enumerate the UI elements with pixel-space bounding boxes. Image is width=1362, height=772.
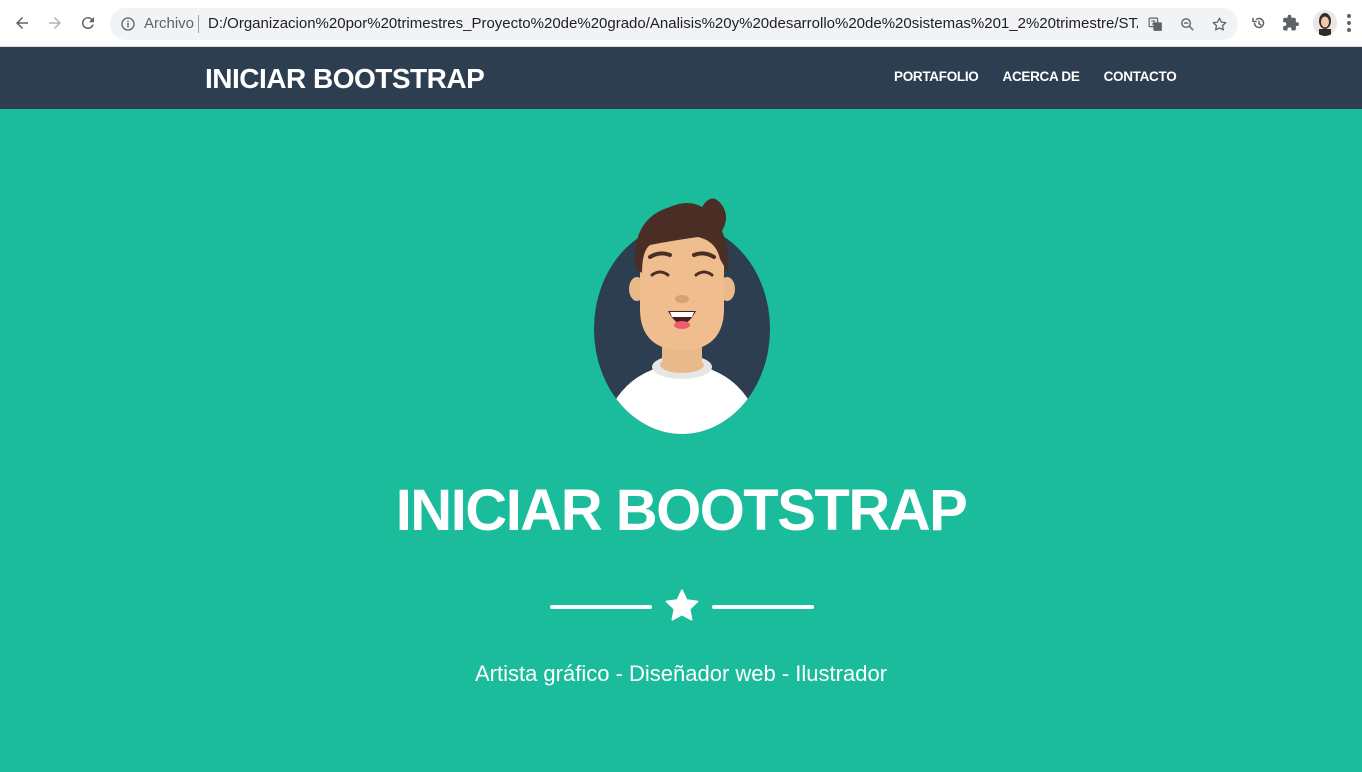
masthead: INICIAR BOOTSTRAP Artista gráfico - Dise… xyxy=(0,109,1362,772)
extensions-button[interactable] xyxy=(1280,12,1302,34)
bookmark-star-icon xyxy=(1212,16,1226,31)
star-icon xyxy=(665,589,699,621)
translate-icon xyxy=(1148,17,1162,31)
profile-avatar[interactable] xyxy=(1313,10,1337,36)
bookmark-button[interactable] xyxy=(1209,14,1229,34)
menu-icon[interactable] xyxy=(1344,12,1354,34)
back-icon xyxy=(16,17,28,29)
forward-icon xyxy=(49,17,61,29)
nav-link-portafolio[interactable]: PORTAFOLIO xyxy=(882,69,991,84)
star-divider xyxy=(550,585,814,629)
history-button[interactable] xyxy=(1248,12,1270,34)
extensions-icon xyxy=(1283,14,1299,31)
address-bar[interactable]: Archivo D:/Organizacion%20por%20trimestr… xyxy=(110,8,1238,40)
divider-line-left xyxy=(550,605,652,609)
separator xyxy=(198,15,199,33)
nav-link-contacto[interactable]: CONTACTO xyxy=(1092,69,1189,84)
site-navbar: INICIAR BOOTSTRAP PORTAFOLIO ACERCA DE C… xyxy=(0,47,1362,109)
nav-link-acerca-de[interactable]: ACERCA DE xyxy=(991,69,1092,84)
browser-toolbar: Archivo D:/Organizacion%20por%20trimestr… xyxy=(0,0,1362,47)
hero-title: INICIAR BOOTSTRAP xyxy=(395,478,968,543)
forward-button[interactable] xyxy=(40,8,70,38)
avatar-illustration xyxy=(594,198,770,434)
info-icon[interactable] xyxy=(120,16,136,32)
navbar-brand[interactable]: INICIAR BOOTSTRAP xyxy=(205,63,485,95)
reload-icon xyxy=(81,17,94,30)
nav-links: PORTAFOLIO ACERCA DE CONTACTO xyxy=(882,69,1188,84)
scheme-label: Archivo xyxy=(144,15,195,32)
url-text[interactable]: D:/Organizacion%20por%20trimestres_Proye… xyxy=(208,15,1138,32)
history-icon xyxy=(1252,17,1265,29)
translate-button[interactable] xyxy=(1145,14,1165,34)
hero-subtitle: Artista gráfico - Diseñador web - Ilustr… xyxy=(474,661,888,686)
divider-line-right xyxy=(712,605,814,609)
zoom-button[interactable] xyxy=(1177,14,1197,34)
zoom-icon xyxy=(1180,17,1194,31)
reload-button[interactable] xyxy=(73,8,103,38)
back-button[interactable] xyxy=(7,8,37,38)
